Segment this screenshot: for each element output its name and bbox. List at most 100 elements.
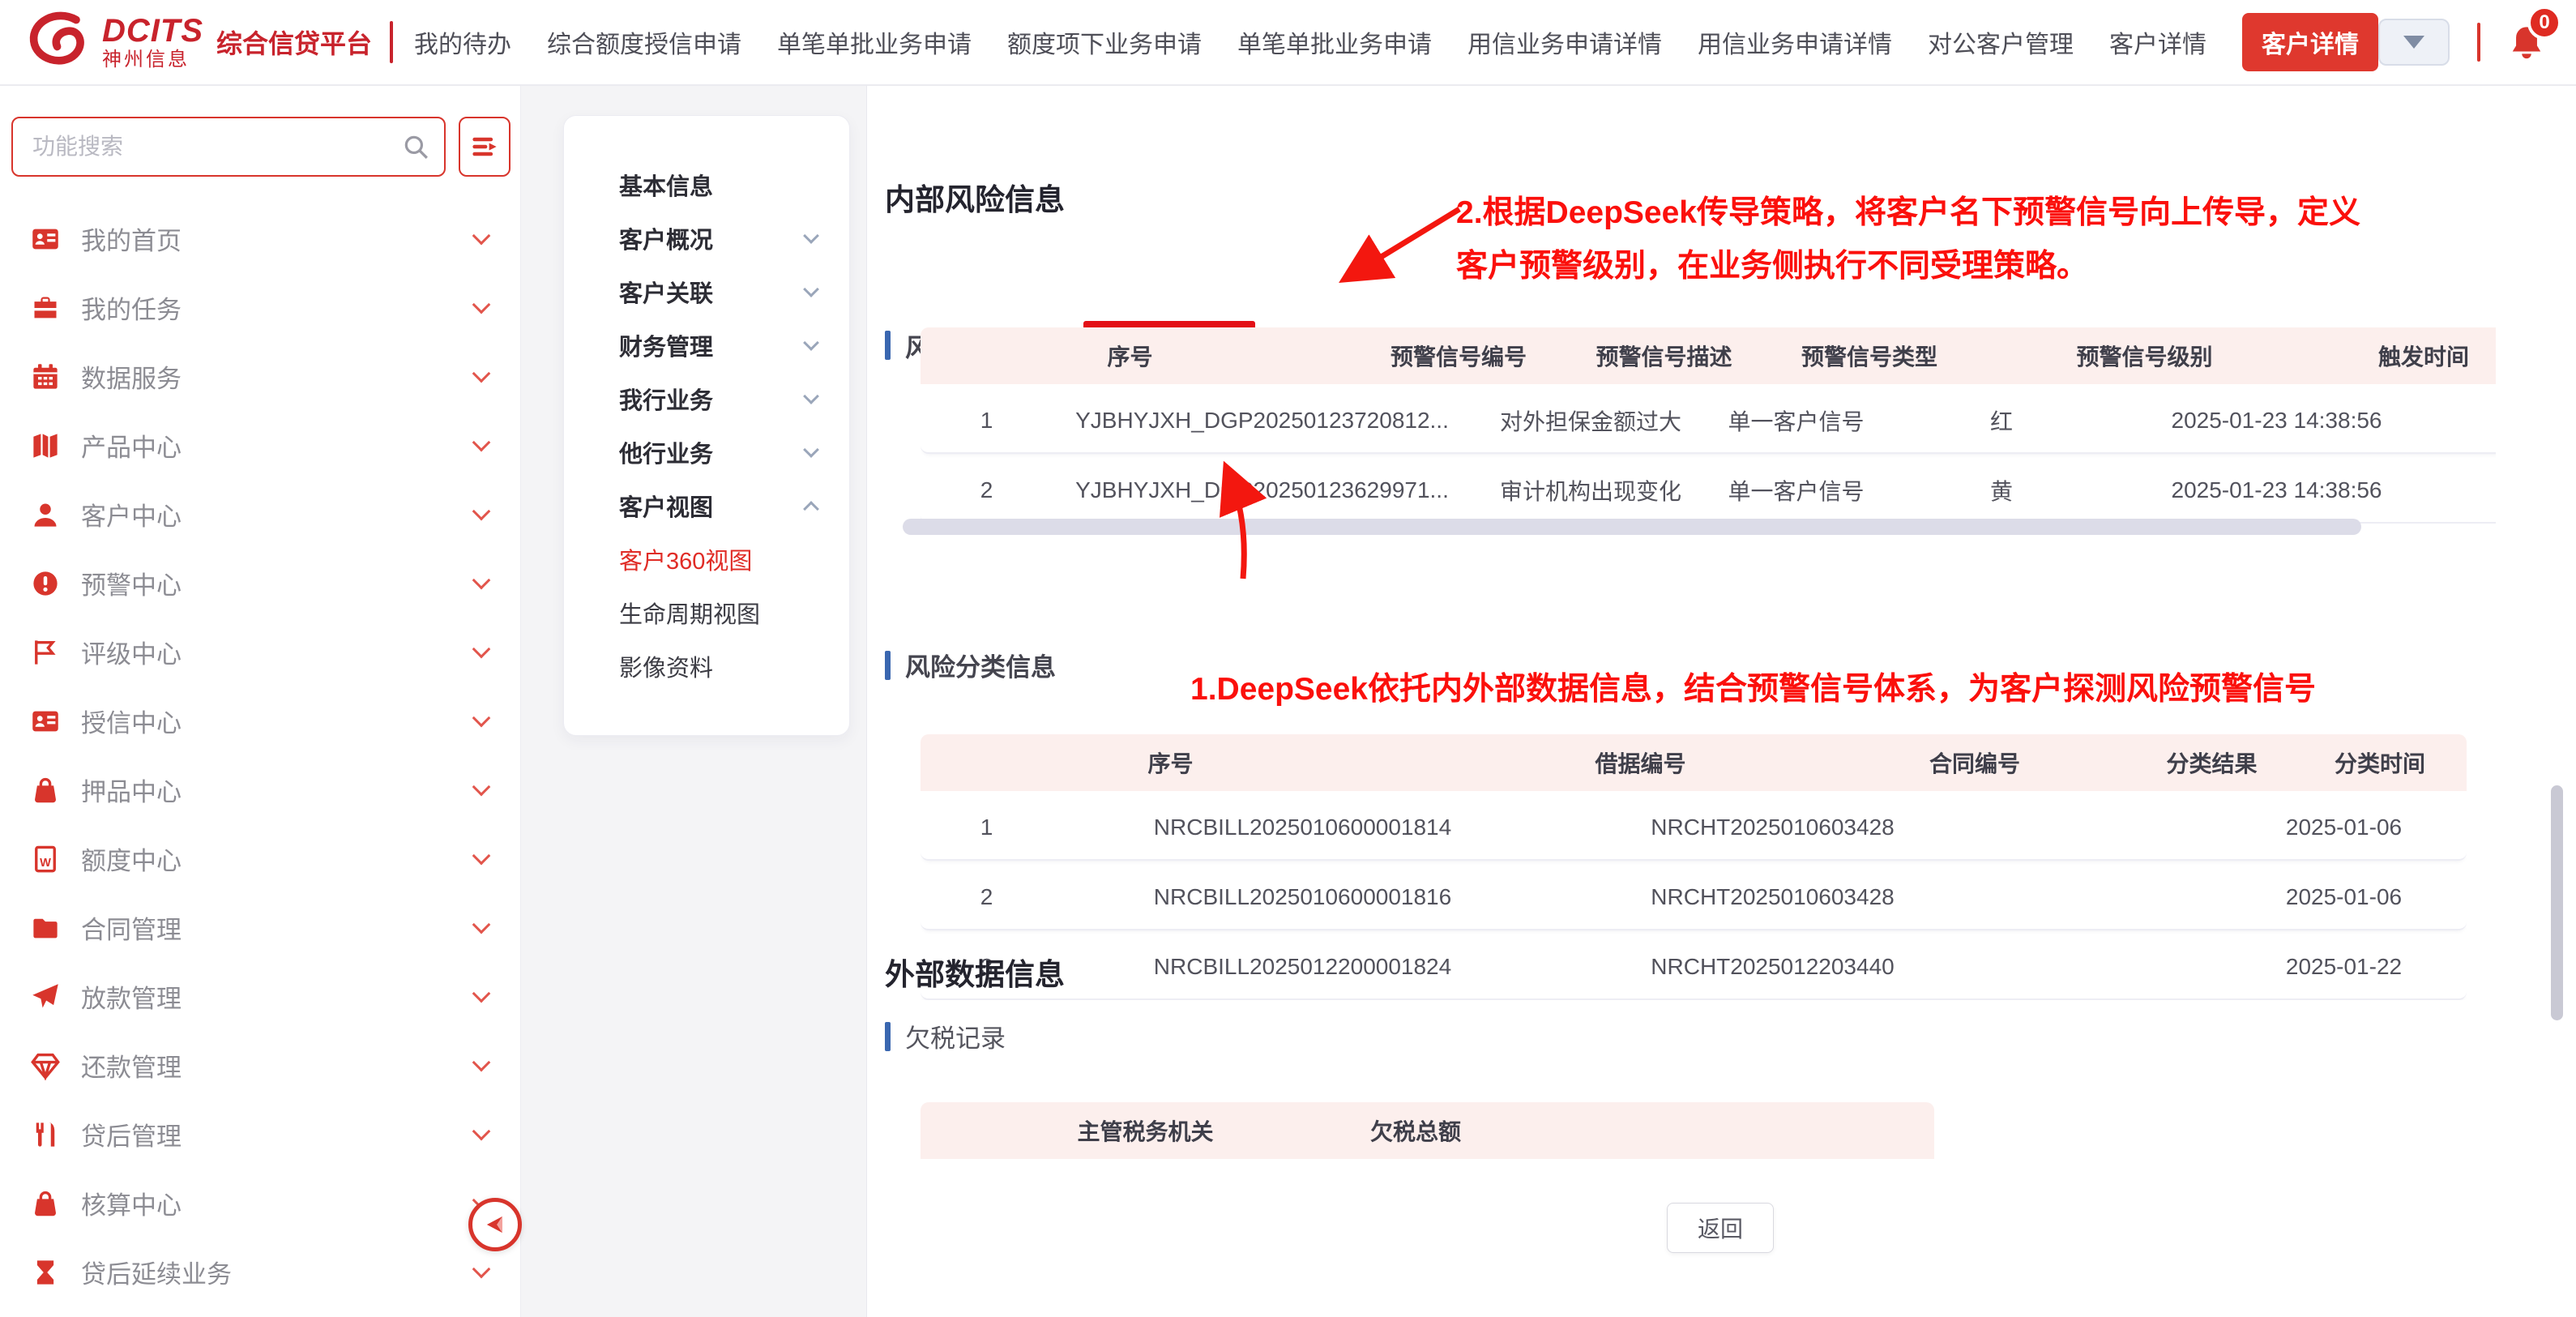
column-header: 预警信号编号 [1339,340,1578,372]
sidebar-menu-item[interactable]: 预警中心 [0,549,520,618]
column-header: 分类时间 [2335,746,2425,779]
sidebar-menu-item[interactable]: 押品中心 [0,755,520,824]
sidebar-item-label: 产品中心 [81,427,475,464]
sidebar-menu-item[interactable]: 核算中心 [0,1169,520,1238]
notification-bell-icon[interactable]: 0 [2508,24,2545,61]
logo-brand-text: DCITS [102,15,203,47]
submenu-item[interactable]: 影像资料 [619,639,817,693]
top-nav-item[interactable]: 我的待办 [414,24,511,60]
column-header: 借据编号 [1420,746,1860,779]
left-sidebar: 我的首页 我的任务 数据服务 产品中心 [0,86,521,1317]
sidebar-menu-item[interactable]: 我的任务 [0,273,520,342]
sidebar-item-label: 核算中心 [81,1185,475,1221]
header-divider-2 [2477,23,2480,62]
submenu-item[interactable]: 客户360视图 [619,532,817,586]
sidebar-menu-item[interactable]: 合同管理 [0,893,520,962]
tax-table-header: 主管税务机关欠税总额 [921,1102,1934,1159]
horizontal-scrollbar[interactable] [903,519,2361,535]
table-row[interactable]: 2 YJBHYJXH_DGP20250123629971... 审计机构出现变化… [921,459,2496,524]
sidebar-menu-item[interactable]: 产品中心 [0,411,520,480]
top-nav-item[interactable]: 额度项下业务申请 [1007,24,1202,60]
table-row[interactable]: 1 NRCBILL2025010600001814 NRCHT202501060… [921,796,2467,861]
column-header: 预警信号描述 [1578,340,1750,372]
function-search-input[interactable] [32,134,402,160]
sidebar-menu-item[interactable]: 贷后延续业务 [0,1238,520,1306]
top-nav-item[interactable]: 客户详情 [2109,24,2206,60]
menu-collapse-button[interactable] [459,117,511,177]
function-search-box [11,117,446,177]
submenu-item[interactable]: 生命周期视图 [619,586,817,639]
sidebar-menu-item[interactable]: 数据服务 [0,342,520,411]
submenu-item-label: 客户概况 [619,221,805,255]
chevron-down-icon [472,1259,491,1278]
sidebar-item-label: 客户中心 [81,496,475,532]
sidebar-menu-item[interactable]: 授信中心 [0,686,520,755]
chevron-icon [803,388,819,404]
column-header: 合同编号 [1860,746,2089,779]
table-row[interactable]: 2 NRCBILL2025010600001816 NRCHT202501060… [921,866,2467,930]
sidebar-menu-item[interactable]: 评级中心 [0,618,520,686]
paper-plane-icon [31,982,60,1011]
top-nav-item[interactable]: 用信业务申请详情 [1467,24,1662,60]
submenu-item-label: 财务管理 [619,328,805,362]
chevron-icon [803,442,819,458]
main-content-panel: 内部风险信息 风险预警信息 高风险级客户 2.根据DeepSeek传导策略，将客… [866,86,2576,1317]
caret-down-icon [2403,36,2424,49]
table-row[interactable]: 1 YJBHYJXH_DGP20250123720812... 对外担保金额过大… [921,389,2496,454]
sidebar-menu-item[interactable]: 贷后管理 [0,1100,520,1169]
page-vertical-scrollbar[interactable] [2551,785,2563,1020]
top-nav-item[interactable]: 用信业务申请详情 [1698,24,1892,60]
submenu-item-label: 生命周期视图 [619,596,817,630]
chevron-icon [803,228,819,244]
submenu-item-label: 客户关联 [619,275,805,309]
chevron-down-icon [472,708,491,727]
risk-classify-table: 序号借据编号合同编号分类结果分类时间 1 NRCBILL202501060000… [921,734,2467,1000]
sidebar-menu-item[interactable]: W 额度中心 [0,824,520,893]
sidebar-collapse-fab[interactable] [468,1198,522,1251]
header-divider [390,21,393,63]
top-nav-item[interactable]: 单笔单批业务申请 [777,24,972,60]
sidebar-item-label: 贷后管理 [81,1116,475,1152]
sidebar-menu-item[interactable]: 我的首页 [0,204,520,273]
top-nav-item[interactable]: 单笔单批业务申请 [1237,24,1432,60]
table-row[interactable]: 3 NRCBILL2025012200001824 NRCHT202501220… [921,935,2467,1000]
sidebar-menu-item[interactable]: 放款管理 [0,962,520,1031]
submenu-item[interactable]: 我行业务 [619,372,817,425]
sidebar-item-label: 评级中心 [81,634,475,670]
submenu-item[interactable]: 客户概况 [619,212,817,265]
sidebar-item-label: 押品中心 [81,772,475,808]
chevron-down-icon [472,433,491,451]
utensils-icon [31,1120,60,1149]
back-button[interactable]: 返回 [1667,1203,1774,1253]
sidebar-menu-item[interactable]: 还款管理 [0,1031,520,1100]
svg-text:W: W [40,857,51,870]
top-nav-item[interactable]: 综合额度授信申请 [547,24,741,60]
customer-submenu-card: 基本信息 客户概况 客户关联 财务管理 我行业务 他行业务 客户视图 [563,115,850,736]
submenu-item[interactable]: 客户视图 [619,479,817,532]
chevron-down-icon [472,1053,491,1071]
chevron-down-icon [472,639,491,658]
risk-warning-table: 序号预警信号编号预警信号描述预警信号类型预警信号级别触发时间信 1 YJBHYJ… [921,327,2496,524]
alert-circle-icon [31,569,60,598]
hamburger-icon [470,132,499,161]
top-navigation: 我的待办 综合额度授信申请 单笔单批业务申请 额度项下业务申请 单笔单批业务申请… [414,13,2378,71]
submenu-item[interactable]: 客户关联 [619,265,817,319]
column-header: 预警信号类型 [1750,340,1989,372]
submenu-item[interactable]: 财务管理 [619,319,817,372]
risk-warning-table-header: 序号预警信号编号预警信号描述预警信号类型预警信号级别触发时间信 [921,327,2496,384]
bag-icon [31,776,60,805]
top-nav-item[interactable]: 对公客户管理 [1928,24,2074,60]
chevron-down-icon [472,502,491,520]
submenu-item[interactable]: 他行业务 [619,425,817,479]
submenu-item[interactable]: 基本信息 [619,158,817,212]
user-icon [31,500,60,529]
chevron-down-icon [472,571,491,589]
top-nav-item[interactable]: 客户详情 [2242,13,2378,71]
chevron-down-icon [472,364,491,383]
column-header: 预警信号级别 [1989,340,2300,372]
sidebar-item-label: 合同管理 [81,909,475,946]
chevron-down-icon [472,295,491,314]
tabs-dropdown-button[interactable] [2378,19,2450,66]
sidebar-menu-item[interactable]: 客户中心 [0,480,520,549]
sidebar-item-label: 贷后延续业务 [81,1254,475,1290]
